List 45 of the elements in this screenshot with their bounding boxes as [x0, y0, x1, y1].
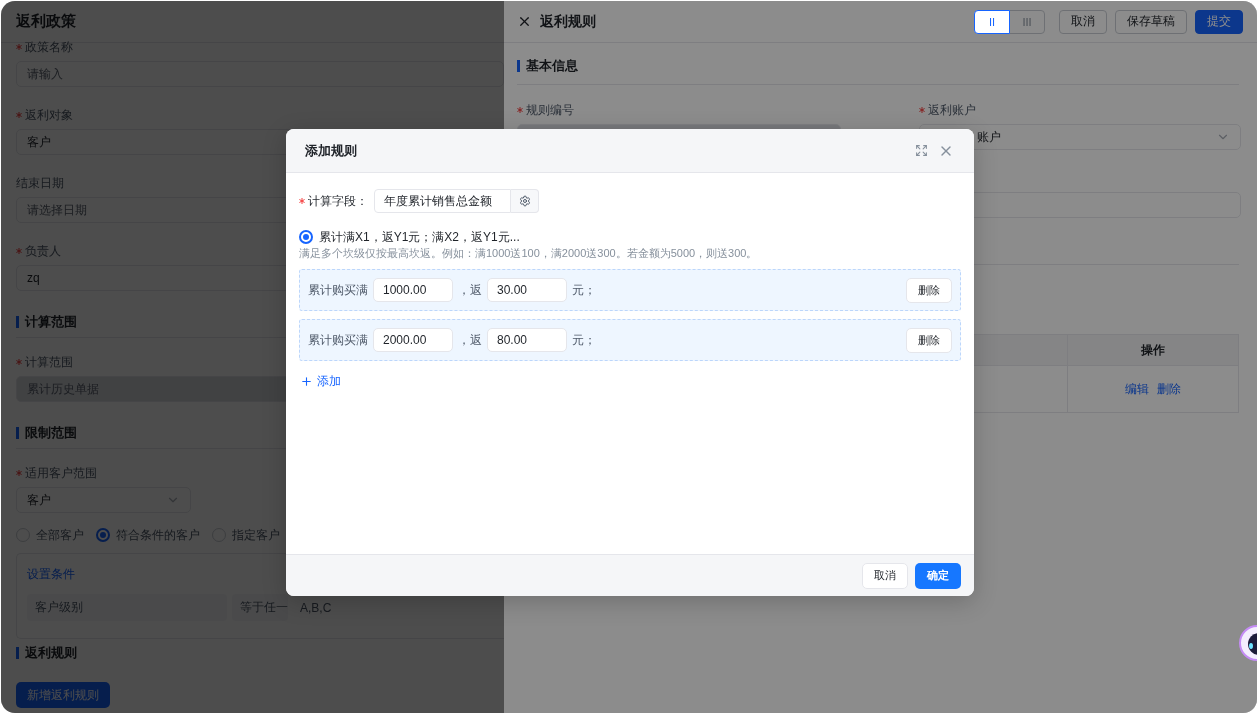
threshold-field[interactable]: 1000.00 — [373, 278, 453, 302]
tier-label: 累计购买满 — [308, 331, 368, 349]
page-title: 返利政策 — [16, 12, 76, 31]
section-title: 限制范围 — [25, 424, 77, 442]
section-marker — [16, 316, 19, 328]
select-field[interactable]: 客户 — [16, 487, 191, 513]
delete-button[interactable]: 删除 — [906, 327, 952, 353]
row-action-link[interactable]: 删除 — [1157, 380, 1181, 398]
field-label: 规则编号 — [526, 103, 574, 117]
action-button[interactable]: 取消 — [1059, 9, 1107, 34]
hint-text: 满足多个坎级仅按最高坎返。例如：满1000送100，满2000送300。若金额为5000，则送300。 — [299, 246, 759, 260]
plus-icon — [300, 375, 313, 388]
threshold-field[interactable]: 2000.00 — [373, 328, 453, 352]
delete-button[interactable]: 删除 — [906, 277, 952, 303]
settings-button[interactable] — [511, 189, 539, 213]
expand-icon[interactable] — [915, 144, 928, 157]
assistant-icon[interactable] — [1237, 625, 1257, 661]
confirm-button[interactable]: 确定 — [915, 562, 961, 589]
field-label: 计算字段： — [308, 194, 368, 208]
tier-label: 元； — [572, 331, 596, 349]
field-label: 返利账户 — [928, 103, 976, 117]
drawer-title: 返利规则 — [540, 12, 597, 31]
tier-label: ，返 — [458, 331, 482, 349]
gear-icon — [518, 195, 531, 207]
section-title: 基本信息 — [526, 56, 578, 75]
amount-field[interactable]: 30.00 — [487, 278, 567, 302]
close-icon[interactable] — [517, 14, 532, 29]
add-link[interactable]: 添加 — [299, 373, 341, 390]
tier-label: 元； — [572, 281, 596, 299]
text-field[interactable]: 年度累计销售总金额 — [374, 189, 511, 213]
section-marker — [517, 59, 520, 72]
section-marker — [16, 427, 19, 439]
row-action-link[interactable]: 编辑 — [1125, 380, 1149, 398]
layout-toggle[interactable]: II — [974, 9, 1010, 34]
radio-button[interactable] — [299, 230, 313, 244]
amount-field[interactable]: 80.00 — [487, 328, 567, 352]
column-header: 操作 — [1068, 335, 1238, 365]
section-title: 返利规则 — [25, 644, 77, 662]
radio-label[interactable]: 累计满X1，返Y1元；满X2，返Y1元... — [319, 228, 520, 246]
section-marker — [16, 647, 19, 659]
action-button[interactable]: 保存草稿 — [1115, 9, 1187, 34]
radio-button[interactable] — [96, 528, 110, 542]
submit-button[interactable]: 提交 — [1195, 9, 1243, 34]
section-title: 计算范围 — [25, 313, 77, 331]
cancel-button[interactable]: 取消 — [862, 562, 908, 589]
